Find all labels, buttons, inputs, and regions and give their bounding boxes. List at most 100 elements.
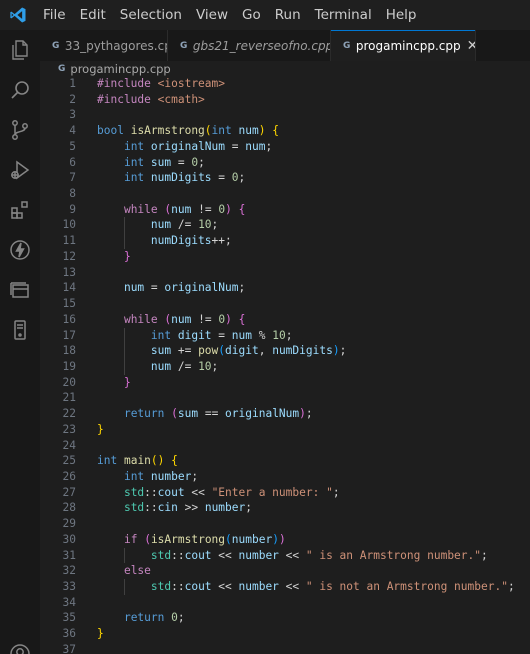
- code-text: int sum = 0;: [123, 155, 205, 169]
- line-number: 25: [62, 454, 76, 468]
- line-number: 34: [62, 595, 76, 609]
- menu-run[interactable]: Run: [268, 0, 308, 30]
- code-line: 10 num /= 10;: [40, 217, 530, 234]
- code-line: 15: [40, 296, 530, 312]
- code-line: 32 else: [40, 563, 530, 579]
- code-text: int number;: [123, 469, 199, 483]
- code-line: 7 int numDigits = 0;: [40, 170, 530, 186]
- code-line: 11 numDigits++;: [40, 233, 530, 249]
- code-line: 5 int originalNum = num;: [40, 139, 530, 155]
- menu-view[interactable]: View: [189, 0, 235, 30]
- line-number: 31: [62, 548, 76, 562]
- code-line: 37: [40, 642, 530, 654]
- menu-terminal[interactable]: Terminal: [308, 0, 379, 30]
- menu-selection[interactable]: Selection: [113, 0, 189, 30]
- run-debug-icon[interactable]: [0, 150, 40, 190]
- code-line: 4 bool isArmstrong(int num) {: [40, 123, 530, 139]
- menu-file[interactable]: File: [36, 0, 73, 30]
- code-line: 33 std::cout << number << " is not an Ar…: [40, 579, 530, 595]
- code-text: return 0;: [123, 611, 185, 625]
- code-text: std::cout << number << " is an Armstrong…: [150, 548, 488, 562]
- line-number: 1: [69, 77, 76, 90]
- code-line: 3: [40, 107, 530, 123]
- line-number: 23: [62, 422, 76, 436]
- cpp-file-icon: G: [343, 40, 350, 51]
- menu-go[interactable]: Go: [235, 0, 268, 30]
- tab-bar: G 33_pythagores.cpp G gbs21_reverseofno.…: [40, 30, 530, 61]
- line-number: 28: [62, 501, 76, 515]
- extensions-icon[interactable]: [0, 190, 40, 230]
- line-number: 21: [62, 391, 76, 405]
- cpp-file-icon: G: [180, 40, 187, 51]
- line-number: 18: [62, 344, 76, 358]
- code-text: sum += pow(digit, numDigits);: [150, 344, 347, 358]
- code-line: 6 int sum = 0;: [40, 155, 530, 171]
- remote-explorer-icon[interactable]: [0, 270, 40, 310]
- code-line: 17 int digit = num % 10;: [40, 327, 530, 344]
- code-text: int digit = num % 10;: [150, 328, 293, 342]
- tab-gbs21-reverseofno[interactable]: G gbs21_reverseofno.cpp: [168, 30, 331, 61]
- code-editor[interactable]: 1 #include <iostream> 2 #include <cmath> 3 4 b…: [40, 76, 530, 654]
- code-text: else: [123, 564, 151, 578]
- tab-progamincpp[interactable]: G progamincpp.cpp ✕: [331, 30, 476, 61]
- source-control-icon[interactable]: [0, 110, 40, 150]
- tab-label: gbs21_reverseofno.cpp: [192, 38, 331, 53]
- device-icon[interactable]: [0, 310, 40, 350]
- tab-label: 33_pythagores.cpp: [64, 38, 168, 53]
- vscode-logo-icon: [0, 0, 36, 30]
- code-text: while (num != 0) {: [123, 312, 246, 326]
- line-number: 36: [62, 627, 76, 641]
- code-text: std::cout << "Enter a number: ";: [123, 485, 340, 499]
- line-number: 16: [62, 312, 76, 326]
- code-text: std::cout << number << " is not an Armst…: [150, 580, 515, 593]
- code-text: }: [97, 627, 104, 641]
- code-line: 34: [40, 595, 530, 611]
- code-line: 26 int number;: [40, 469, 530, 485]
- line-number: 27: [62, 485, 76, 499]
- code-text: while (num != 0) {: [123, 202, 246, 216]
- line-number: 17: [62, 328, 76, 342]
- code-line: 9 while (num != 0) {: [40, 202, 530, 218]
- menu-edit[interactable]: Edit: [73, 0, 113, 30]
- code-text: #include <cmath>: [97, 92, 205, 106]
- code-text: num /= 10;: [150, 359, 219, 373]
- line-number: 35: [62, 611, 76, 625]
- line-number: 12: [62, 249, 76, 263]
- code-line: 24: [40, 438, 530, 454]
- breadcrumb: G progamincpp.cpp: [40, 61, 530, 77]
- line-number: 7: [69, 171, 76, 185]
- line-number: 32: [62, 564, 76, 578]
- code-line: 23}: [40, 422, 530, 438]
- code-line: 18 sum += pow(digit, numDigits);: [40, 343, 530, 359]
- account-icon[interactable]: [0, 634, 40, 654]
- code-line: 31 std::cout << number << " is an Armstr…: [40, 547, 530, 564]
- line-number: 24: [62, 438, 76, 452]
- search-icon[interactable]: [0, 70, 40, 110]
- code-text: }: [123, 249, 131, 263]
- line-number: 37: [62, 642, 76, 654]
- code-line: 25 int main() {: [40, 453, 530, 469]
- code-text: numDigits++;: [150, 234, 232, 248]
- line-number: 11: [62, 234, 76, 248]
- close-icon[interactable]: ✕: [467, 38, 475, 54]
- code-line: 19 num /= 10;: [40, 358, 530, 375]
- code-text: num = originalNum;: [123, 281, 246, 295]
- line-number: 30: [62, 532, 76, 546]
- line-number: 19: [62, 359, 76, 373]
- code-text: bool isArmstrong(int num) {: [97, 124, 279, 138]
- code-text: }: [97, 422, 104, 436]
- code-line: 35 return 0;: [40, 610, 530, 626]
- line-number: 29: [62, 517, 76, 531]
- code-text: if (isArmstrong(number)): [123, 532, 286, 546]
- explorer-icon[interactable]: [0, 30, 40, 70]
- code-text: #include <iostream>: [97, 77, 225, 90]
- code-line: 28 std::cin >> number;: [40, 500, 530, 516]
- cpp-file-icon: G: [58, 64, 66, 74]
- breadcrumb-file[interactable]: progamincpp.cpp: [70, 62, 170, 76]
- lightning-icon[interactable]: [0, 230, 40, 270]
- menu-help[interactable]: Help: [379, 0, 424, 30]
- tab-33-pythagores[interactable]: G 33_pythagores.cpp: [40, 30, 168, 61]
- activity-bar: [0, 30, 40, 654]
- line-number: 6: [69, 155, 76, 169]
- line-number: 33: [62, 580, 76, 593]
